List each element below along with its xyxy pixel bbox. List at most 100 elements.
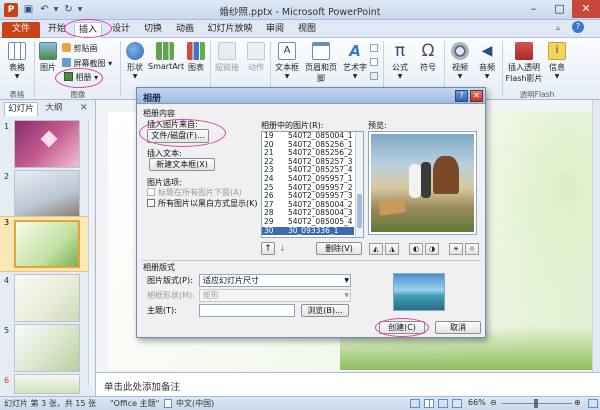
video-button[interactable]: 视频 ▼ [446, 42, 474, 80]
album-content-heading: 相册内容 [143, 109, 175, 118]
symbol-button[interactable]: Ω 符号 [414, 42, 442, 73]
table-icon [8, 42, 26, 60]
table-button[interactable]: 表格 ▼ [4, 42, 30, 80]
chart-icon [187, 42, 205, 60]
audio-button[interactable]: ◀ 音频 ▼ [474, 42, 500, 80]
dialog-help-button[interactable]: ? [455, 90, 468, 102]
browse-button[interactable]: 浏览(B)... [301, 304, 349, 317]
textbox-icon: A [278, 42, 296, 60]
notes-placeholder: 单击此处添加备注 [104, 382, 181, 393]
new-textbox-button[interactable]: 新建文本框(X) [149, 158, 215, 171]
tab-animations[interactable]: 动画 [172, 22, 198, 38]
hyperlink-button[interactable]: 超链接 [212, 42, 242, 73]
remove-button[interactable]: 删除(V) [316, 242, 362, 255]
clipart-icon [62, 43, 71, 52]
tab-review[interactable]: 审阅 [262, 22, 288, 38]
picture-button[interactable]: 图片 [36, 42, 60, 73]
proofing-icon[interactable] [164, 399, 172, 408]
date-time-icon[interactable] [370, 44, 378, 52]
clipart-button[interactable]: 剪贴画 [62, 43, 98, 55]
black-white-checkbox[interactable] [147, 199, 155, 207]
object-icon[interactable] [370, 72, 378, 80]
ribbon-collapse-icon[interactable]: ▵ [556, 23, 560, 32]
bride-shape [409, 164, 421, 198]
tab-slideshow[interactable]: 幻灯片放映 [206, 22, 254, 38]
normal-view-icon[interactable] [410, 399, 420, 408]
reading-view-icon[interactable] [438, 399, 448, 408]
zoom-out-icon[interactable]: ⊖ [490, 398, 497, 407]
language[interactable]: 中文(中国) [176, 398, 214, 409]
minimize-button[interactable]: – [520, 0, 547, 18]
preview-label: 预览: [368, 121, 387, 130]
preview-image [371, 134, 474, 232]
slide-thumbnail[interactable] [14, 374, 80, 394]
sorter-view-icon[interactable] [424, 399, 434, 408]
tab-view[interactable]: 视图 [294, 22, 320, 38]
maximize-button[interactable]: □ [546, 0, 573, 18]
editor-scrollbar[interactable] [592, 100, 600, 372]
frame-shape-select[interactable]: 矩形 ▼ [199, 289, 351, 302]
slide-thumbnail-selected[interactable] [14, 220, 80, 268]
list-scrollbar-thumb[interactable] [357, 194, 362, 228]
smartart-button[interactable]: SmartArt [148, 42, 184, 71]
slide-thumbnail[interactable] [14, 120, 80, 168]
info-button[interactable]: i 信息 ▼ [546, 42, 568, 80]
slideshow-view-icon[interactable] [452, 399, 462, 408]
window-title: 婚纱照.pptx - Microsoft PowerPoint [219, 7, 381, 18]
tab-slides[interactable]: 幻灯片 [4, 102, 38, 116]
slide-thumbnail[interactable] [14, 274, 80, 322]
panel-scrollbar[interactable] [88, 120, 94, 386]
highlight-oval [375, 318, 429, 337]
textbox-button[interactable]: A 文本框 ▼ [273, 42, 301, 80]
picture-layout-label: 图片版式(P): [147, 276, 193, 285]
help-icon[interactable]: ? [572, 21, 584, 33]
list-item[interactable]: 30 30_093336_1 [262, 226, 354, 236]
zoom-slider-thumb[interactable] [534, 399, 538, 408]
brightness-up-button[interactable]: ☀ [449, 243, 463, 255]
theme-input[interactable] [199, 304, 295, 317]
captions-checkbox[interactable] [147, 188, 155, 196]
tab-file[interactable]: 文件 [2, 22, 40, 38]
dialog-close-button[interactable]: ✕ [470, 90, 483, 102]
omega-icon: Ω [421, 41, 435, 61]
brightness-down-button[interactable]: ☼ [465, 243, 479, 255]
insert-flash-button[interactable]: 插入透明 Flash影片 [504, 42, 544, 84]
move-up-button[interactable]: ↑ [261, 242, 275, 255]
chart-button[interactable]: 图表 [184, 42, 208, 73]
shapes-button[interactable]: 形状 ▼ [123, 42, 147, 80]
album-layout-heading: 相册版式 [143, 263, 175, 272]
horse-shape [433, 156, 459, 194]
fit-window-icon[interactable] [588, 399, 598, 408]
cancel-button[interactable]: 取消 [435, 321, 481, 334]
formula-button[interactable]: π 公式 ▼ [386, 42, 414, 80]
album-picture-list[interactable]: 19 540T2_085004_1 20 540T2_085256_1 21 540T2_… [261, 131, 364, 238]
slide-thumbnail[interactable] [14, 324, 80, 372]
slide-thumbnail[interactable] [14, 170, 80, 218]
group-images-label: 图像 [70, 90, 86, 99]
tab-outline[interactable]: 大纲 [40, 102, 68, 116]
header-footer-button[interactable]: 页眉和页脚 [302, 42, 340, 84]
chevron-down-icon: ▼ [344, 277, 349, 284]
picture-layout-select[interactable]: 适应幻灯片尺寸 ▼ [199, 274, 351, 287]
highlight-oval [55, 68, 103, 88]
action-button[interactable]: 动作 [244, 42, 268, 73]
zoom-level[interactable]: 66% [468, 398, 486, 407]
tab-transitions[interactable]: 切换 [140, 22, 166, 38]
wordart-button[interactable]: A 艺术字 ▼ [342, 42, 368, 80]
list-scrollbar[interactable] [355, 132, 363, 237]
slide-number-icon[interactable] [370, 58, 378, 66]
rotate-right-button[interactable]: ◮ [385, 243, 399, 255]
dialog-title: 相册 [143, 94, 162, 104]
contrast-up-button[interactable]: ◐ [409, 243, 423, 255]
notes-pane[interactable]: 单击此处添加备注 [96, 372, 600, 396]
move-down-button[interactable]: ↓ [279, 244, 286, 253]
rotate-left-button[interactable]: ◭ [369, 243, 383, 255]
picture-icon [39, 42, 57, 60]
contrast-down-button[interactable]: ◑ [425, 243, 439, 255]
screenshot-icon [62, 58, 71, 67]
close-button[interactable]: ✕ [572, 0, 600, 18]
zoom-in-icon[interactable]: ⊕ [574, 398, 581, 407]
close-panel-icon[interactable]: ✕ [80, 103, 88, 113]
tab-design[interactable]: 设计 [108, 22, 134, 38]
theme-label: 主题(T): [147, 306, 177, 315]
